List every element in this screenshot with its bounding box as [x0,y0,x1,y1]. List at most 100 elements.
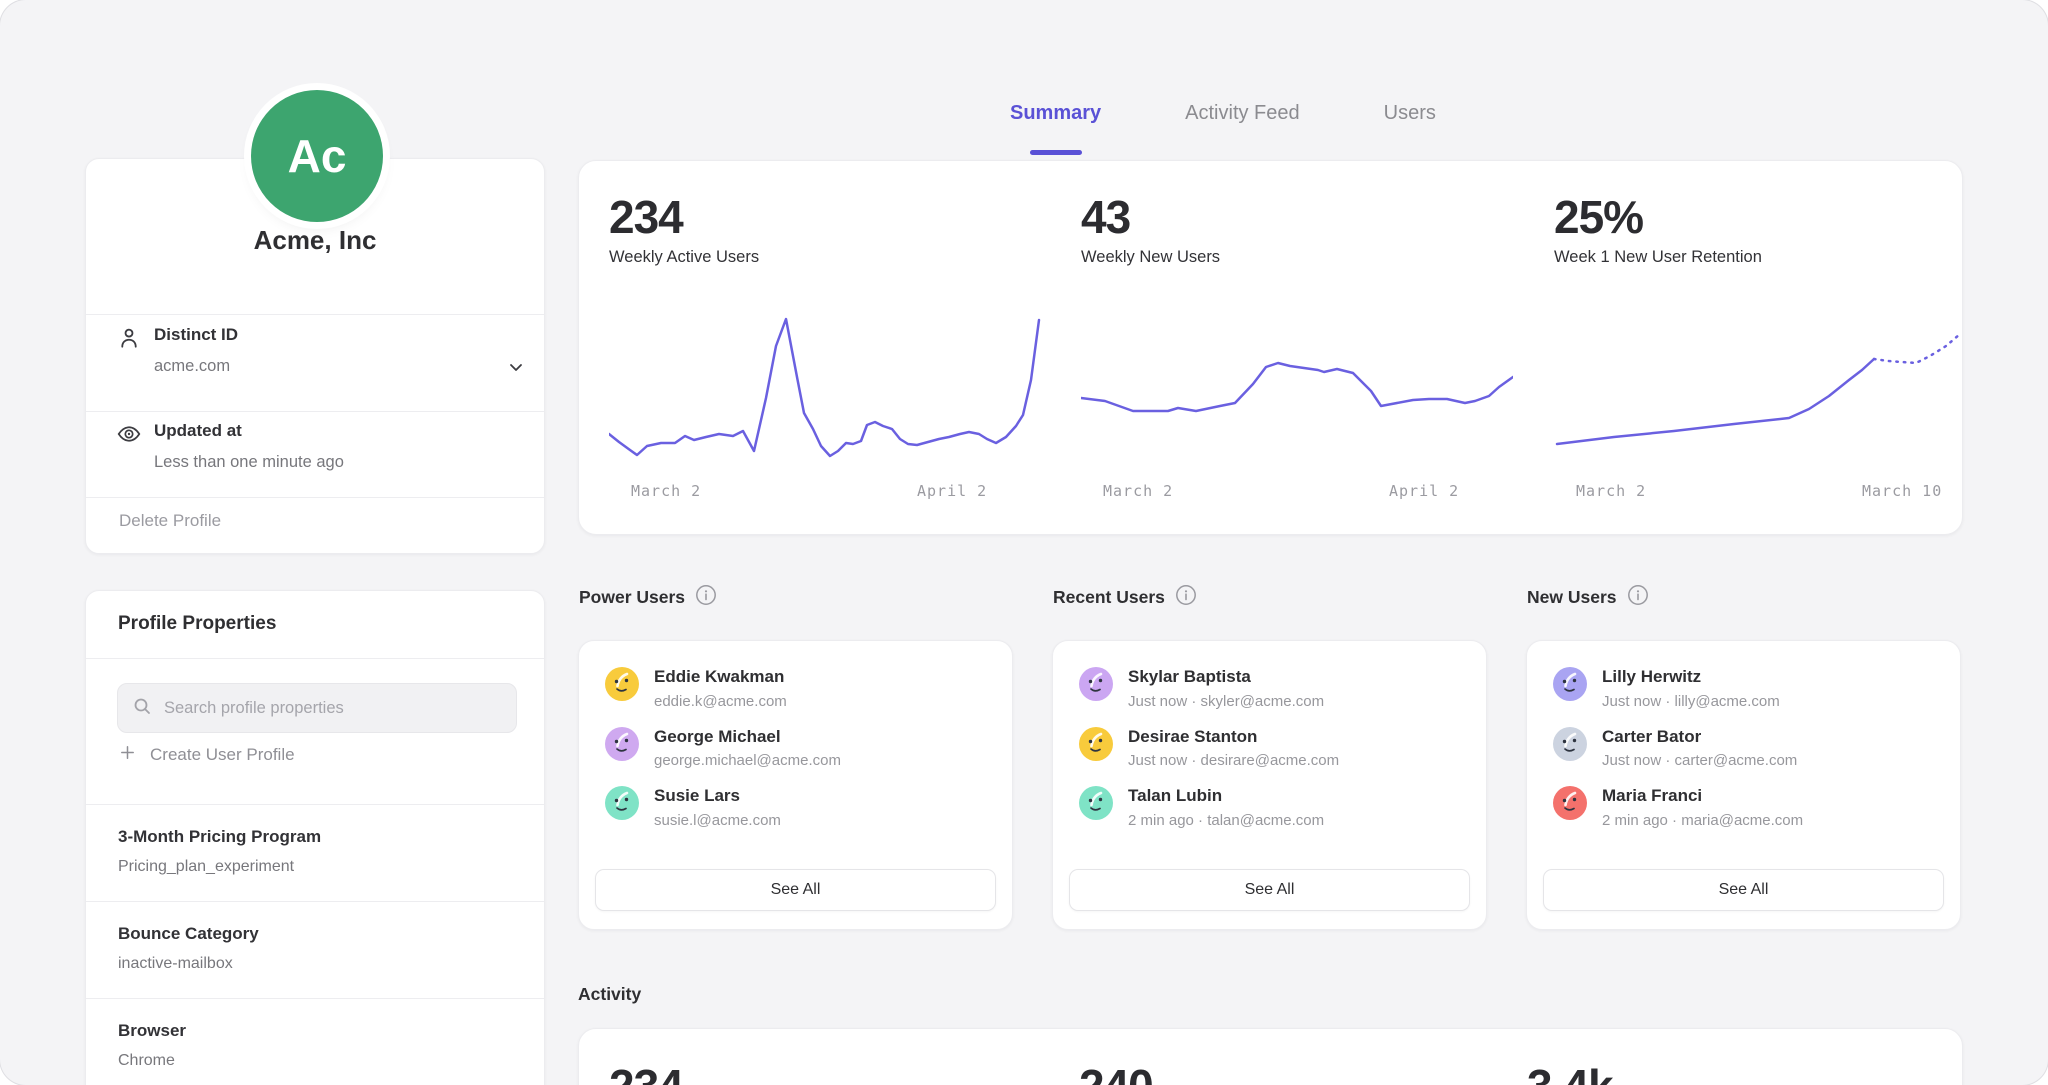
user-list-item[interactable]: Skylar BaptistaJust now · skyler@acme.co… [1079,667,1460,710]
stat-block-1: 43 Weekly New Users March 2 April 2 [1081,194,1521,524]
info-icon[interactable] [695,584,717,611]
x-tick-label: April 2 [1389,482,1459,500]
user-text: Eddie Kwakman eddie.k@acme.com [654,667,787,710]
updated-at-label: Updated at [154,421,242,441]
user-name: Talan Lubin [1128,786,1324,806]
user-name: Eddie Kwakman [654,667,787,687]
stat-value: 25% [1554,194,1643,240]
user-text: Desirae Stanton Just now · desirare@acme.… [1128,727,1339,770]
x-tick-label: March 2 [631,482,701,500]
user-text: Susie Lars susie.l@acme.com [654,786,781,829]
divider [86,411,544,412]
property-label: Browser [118,1021,512,1041]
x-tick-label: March 2 [1103,482,1173,500]
x-tick-label: March 2 [1576,482,1646,500]
profile-properties-title: Profile Properties [118,613,276,635]
stat-block-0: 234Weekly Active UsersMarch 2April 2 [609,194,1049,524]
user-name: George Michael [654,727,841,747]
tab-users[interactable]: Users [1382,102,1438,125]
user-detail: 2 min ago · talan@acme.com [1128,812,1324,829]
stat-label: Weekly New Users [1081,248,1220,267]
user-section-header: Recent Users [1052,583,1487,611]
tab-summary[interactable]: Summary [1008,102,1103,125]
user-text: Maria Franci 2 min ago · maria@acme.com [1602,786,1803,829]
delete-profile-button[interactable]: Delete Profile [119,511,221,531]
user-text: Skylar BaptistaJust now · skyler@acme.co… [1128,667,1324,710]
user-text: Talan Lubin 2 min ago · talan@acme.com [1128,786,1324,829]
user-list-item[interactable]: Desirae Stanton Just now · desirare@acme.… [1079,727,1460,770]
user-section-2: New UsersLilly HerwitzJust now · lilly@a… [1526,583,1961,611]
tab-activity-feed[interactable]: Activity Feed [1183,102,1301,125]
user-list-item[interactable]: Maria Franci 2 min ago · maria@acme.com [1553,786,1934,829]
distinct-id-label: Distinct ID [154,325,238,345]
user-detail: susie.l@acme.com [654,812,781,829]
activity-stat-value: 234 [609,1063,683,1085]
distinct-id-value: acme.com [154,357,230,376]
info-icon[interactable] [1627,584,1649,611]
activity-stat-value: 3.4k [1527,1063,1613,1085]
sparkline-chart [1554,310,1986,470]
user-list-item[interactable]: Lilly HerwitzJust now · lilly@acme.com [1553,667,1934,710]
stat-block-2: 25%Week 1 New User RetentionMarch 2March… [1554,194,1994,524]
user-text: Carter BatorJust now · carter@acme.com [1602,727,1797,770]
user-list-item[interactable]: Carter BatorJust now · carter@acme.com [1553,727,1934,770]
user-list-item[interactable]: Eddie Kwakman eddie.k@acme.com [605,667,986,710]
divider [86,658,544,659]
x-axis-ticks: March 2 April 2 [609,482,1041,502]
info-icon[interactable] [1175,584,1197,611]
tab-bar: Summary Activity Feed Users [1008,102,1438,125]
user-name: Desirae Stanton [1128,727,1339,747]
user-section-0: Power UsersEddie Kwakmaneddie.k@acme.com… [578,583,1013,611]
profile-properties-search[interactable] [117,683,517,733]
sparkline-chart [609,310,1041,470]
user-list-item[interactable]: Susie Lars susie.l@acme.com [605,786,986,829]
user-name: Maria Franci [1602,786,1803,806]
property-row[interactable]: Browser Chrome [86,998,544,1085]
user-detail: eddie.k@acme.com [654,693,787,710]
user-detail: Just now · desirare@acme.com [1128,752,1339,769]
user-avatar [1079,727,1113,761]
activity-section-title: Activity [578,984,641,1005]
property-row[interactable]: 3-Month Pricing Program Pricing_plan_exp… [86,804,544,901]
see-all-button[interactable]: See All [1543,869,1944,911]
see-all-button[interactable]: See All [595,869,996,911]
summary-stats-card: 234Weekly Active UsersMarch 2April 243We… [578,160,1963,535]
user-section-title: Recent Users [1053,587,1165,608]
person-icon [116,325,142,351]
divider [86,314,544,315]
stat-label: Weekly Active Users [609,248,759,267]
user-list-item[interactable]: George Michaelgeorge.michael@acme.com [605,727,986,770]
property-value: Pricing_plan_experiment [118,858,512,876]
profile-properties-list: 3-Month Pricing Program Pricing_plan_exp… [86,804,544,1085]
create-user-profile-label: Create User Profile [150,745,295,765]
user-name: Carter Bator [1602,727,1797,747]
user-avatar [605,667,639,701]
user-avatar [1553,786,1587,820]
user-section-1: Recent UsersSkylar BaptistaJust now · sk… [1052,583,1487,611]
user-section-header: Power Users [578,583,1013,611]
user-avatar [1553,727,1587,761]
user-detail: 2 min ago · maria@acme.com [1602,812,1803,829]
activity-stat-value: 240 [1079,1063,1153,1085]
chevron-down-icon[interactable] [504,355,528,379]
search-icon [132,696,152,721]
user-avatar [1553,667,1587,701]
company-avatar: Ac [251,90,383,222]
user-list-item[interactable]: Talan Lubin 2 min ago · talan@acme.com [1079,786,1460,829]
x-tick-label: April 2 [917,482,987,500]
stat-value: 43 [1081,194,1130,240]
user-avatar [605,727,639,761]
company-initials: Ac [288,129,347,183]
property-row[interactable]: Bounce Category inactive-mailbox [86,901,544,998]
x-axis-ticks: March 2 April 2 [1081,482,1513,502]
property-value: Chrome [118,1052,512,1070]
user-name: Lilly Herwitz [1602,667,1780,687]
see-all-button[interactable]: See All [1069,869,1470,911]
user-section-title: New Users [1527,587,1617,608]
create-user-profile-button[interactable]: Create User Profile [118,743,295,767]
property-label: 3-Month Pricing Program [118,827,512,847]
activity-card: 234 240 3.4k [578,1028,1963,1085]
property-value: inactive-mailbox [118,955,512,973]
user-name: Susie Lars [654,786,781,806]
search-input[interactable] [162,698,502,719]
